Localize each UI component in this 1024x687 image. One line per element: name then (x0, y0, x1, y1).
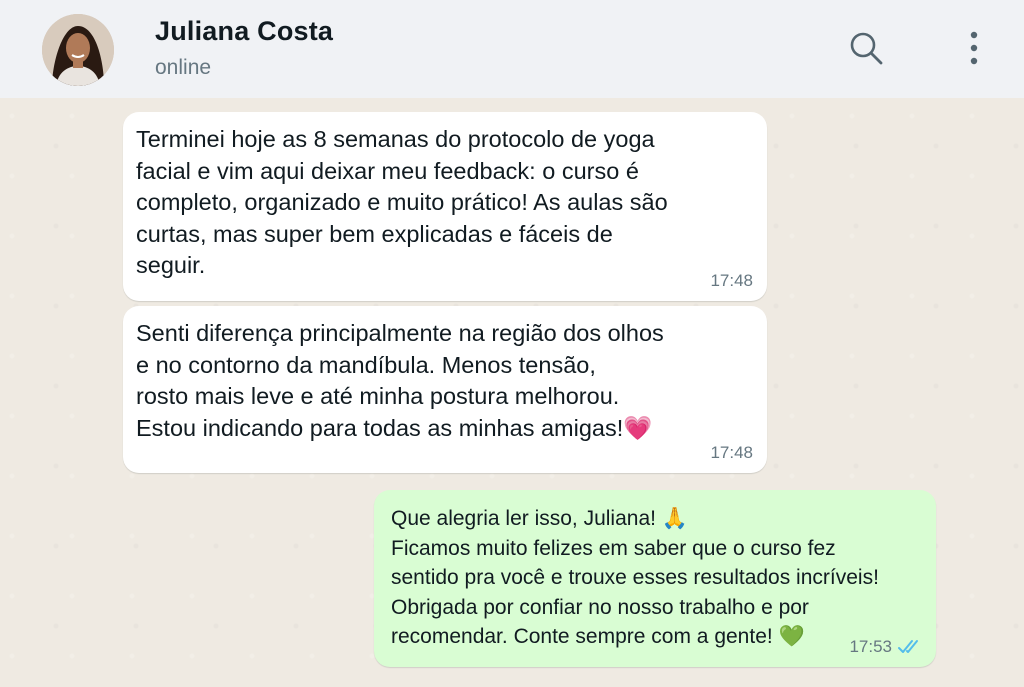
message-timestamp: 17:48 (710, 443, 753, 462)
message-bubble-incoming[interactable]: Senti diferença principalmente na região… (123, 306, 767, 473)
contact-avatar[interactable] (42, 14, 114, 86)
message-line: Que alegria ler isso, Juliana! 🙏 (391, 504, 879, 534)
green-heart-emoji: 💚 (778, 624, 805, 648)
message-text: Que alegria ler isso, Juliana! 🙏 Ficamos… (391, 504, 879, 652)
message-line: sentido pra você e trouxe esses resultad… (391, 566, 879, 589)
message-line: completo, organizado e muito prático! As… (136, 189, 668, 215)
message-line-text: recomendar. Conte sempre com a gente! (391, 625, 773, 648)
message-line: recomendar. Conte sempre com a gente! 💚 (391, 622, 879, 652)
contact-status: online (155, 56, 212, 79)
contact-name[interactable]: Juliana Costa (155, 16, 333, 47)
message-line: facial e vim aqui deixar meu feedback: o… (136, 157, 639, 184)
message-line: rosto mais leve e até minha postura melh… (136, 383, 620, 409)
message-text: Terminei hoje as 8 semanas do protocolo … (136, 124, 668, 282)
message-timestamp: 17:48 (710, 271, 753, 290)
message-text: Senti diferença principalmente na região… (136, 318, 664, 444)
message-line-text: Estou indicando para todas as minhas ami… (136, 414, 624, 441)
message-line: Estou indicando para todas as minhas ami… (136, 413, 664, 445)
message-timestamp: 17:53 (849, 637, 892, 656)
search-icon (850, 32, 883, 65)
message-bubble-outgoing[interactable]: Que alegria ler isso, Juliana! 🙏 Ficamos… (374, 490, 936, 667)
message-line: curtas, mas super bem explicadas e fácei… (136, 220, 613, 247)
menu-button[interactable] (952, 26, 996, 70)
more-vertical-icon (970, 31, 978, 65)
message-line: Terminei hoje as 8 semanas do protocolo … (136, 126, 655, 152)
message-line: seguir. (136, 252, 206, 278)
pink-heart-emoji: 💗 (623, 413, 653, 442)
search-button[interactable] (844, 26, 888, 70)
read-receipt-icon (898, 640, 918, 653)
chat-header: Juliana Costa online (0, 0, 1024, 99)
message-line: Obrigada por confiar no nosso trabalho e… (391, 595, 809, 619)
message-line: e no contorno da mandíbula. Menos tensão… (136, 351, 596, 378)
message-line: Ficamos muito felizes em saber que o cur… (391, 536, 836, 560)
message-bubble-incoming[interactable]: Terminei hoje as 8 semanas do protocolo … (123, 112, 767, 301)
message-line-text: Que alegria ler isso, Juliana! (391, 507, 656, 530)
folded-hands-emoji: 🙏 (661, 506, 688, 530)
message-line: Senti diferença principalmente na região… (136, 320, 664, 346)
